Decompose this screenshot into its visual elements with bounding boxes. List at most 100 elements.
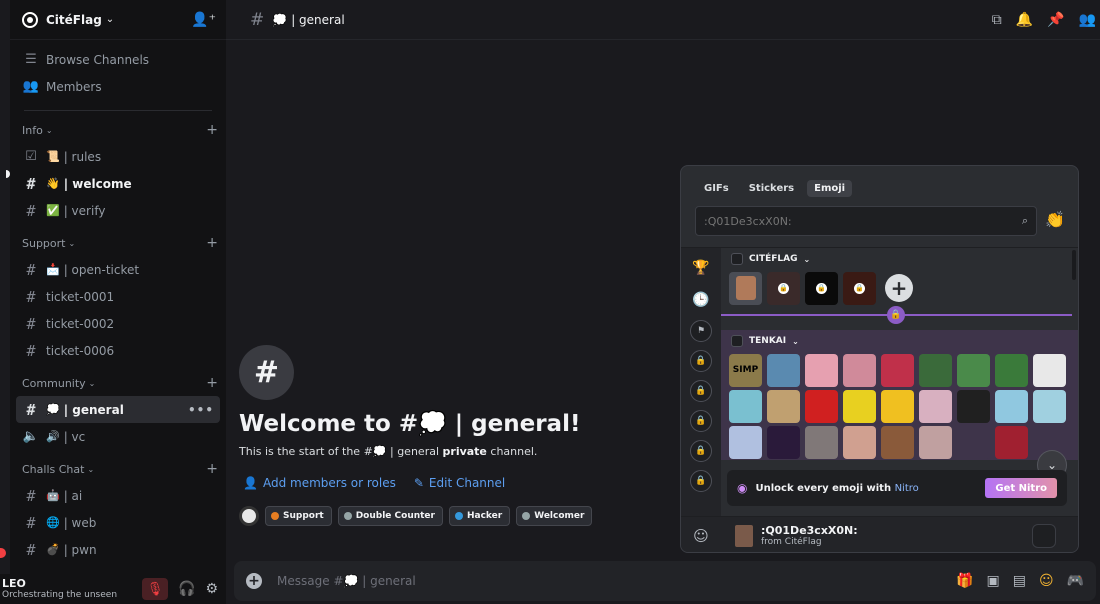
channel-ai[interactable]: # 🤖 | ai xyxy=(16,482,220,509)
category-info[interactable]: Info ⌄ + xyxy=(10,121,226,139)
threads-icon[interactable]: ⧉ xyxy=(992,12,1002,28)
settings-gear-icon[interactable]: ⚙ xyxy=(205,581,218,597)
server-locked-icon[interactable]: 🔒 xyxy=(690,410,712,432)
edit-channel-link[interactable]: ✎ Edit Channel xyxy=(414,476,505,490)
channel-ticket-0002[interactable]: # ticket-0002 xyxy=(16,310,220,337)
channel-general[interactable]: # 💭 | general ••• xyxy=(16,396,220,423)
get-nitro-button[interactable]: Get Nitro xyxy=(985,478,1057,498)
server-tenkai-icon[interactable]: 🔒 xyxy=(690,380,712,402)
role-badge[interactable]: Hacker xyxy=(448,506,511,526)
emoji[interactable] xyxy=(881,425,914,459)
scrollbar[interactable] xyxy=(1072,250,1076,280)
emoji[interactable] xyxy=(843,353,876,387)
section-header-tenkai[interactable]: TENKAI ⌄ xyxy=(721,330,1078,352)
mute-button[interactable]: 🎙 xyxy=(142,578,168,600)
emoji-locked[interactable]: 🔒 xyxy=(767,271,800,305)
gift-icon[interactable]: 🎁 xyxy=(956,573,973,589)
emoji[interactable] xyxy=(767,389,800,423)
avatar[interactable] xyxy=(239,506,259,526)
role-badge[interactable]: Double Counter xyxy=(337,506,443,526)
emoji[interactable] xyxy=(1033,389,1066,423)
skin-tone-hand-icon[interactable]: 👏 xyxy=(1045,210,1065,229)
channel-title: | general xyxy=(291,12,345,27)
channel-open-ticket[interactable]: # 📩 | open-ticket xyxy=(16,256,220,283)
headphones-icon[interactable]: 🎧 xyxy=(178,581,195,597)
gif-icon[interactable]: ▣ xyxy=(986,573,999,589)
emoji-locked[interactable]: 🔒 xyxy=(805,271,838,305)
section-label: CITÉFLAG xyxy=(749,254,798,264)
emoji[interactable] xyxy=(881,389,914,423)
browse-channels-item[interactable]: ☰ Browse Channels xyxy=(16,46,220,73)
emoji-locked[interactable]: 🔒 xyxy=(843,271,876,305)
emoji[interactable] xyxy=(767,425,800,459)
members-item[interactable]: 👥 Members xyxy=(16,73,220,100)
emoji-search-input[interactable] xyxy=(704,214,1004,228)
emoji[interactable] xyxy=(919,353,952,387)
emoji[interactable] xyxy=(729,425,762,459)
emoji-icon[interactable]: ☺ xyxy=(1039,573,1054,589)
emoji[interactable] xyxy=(995,389,1028,423)
emoji[interactable] xyxy=(805,353,838,387)
invite-people-icon[interactable]: 👤⁺ xyxy=(191,12,216,28)
server-citeflag-icon[interactable]: ⚑ xyxy=(690,320,712,342)
tab-stickers[interactable]: Stickers xyxy=(742,180,801,197)
server-name: CitéFlag xyxy=(46,12,102,27)
server-locked-icon[interactable]: 🔒 xyxy=(690,440,712,462)
emoji[interactable] xyxy=(995,353,1028,387)
more-options-icon[interactable]: ••• xyxy=(188,403,214,417)
apps-icon[interactable]: 🎮 xyxy=(1067,573,1084,589)
category-challs-chat[interactable]: Challs Chat ⌄ + xyxy=(10,460,226,478)
channel-pwn[interactable]: # 💣 | pwn xyxy=(16,536,220,563)
channel-vc[interactable]: 🔈 🔊 | vc xyxy=(16,423,220,450)
emoji[interactable] xyxy=(805,389,838,423)
message-input[interactable]: Message #💭 | general xyxy=(277,574,416,588)
add-attachment-button[interactable]: + xyxy=(246,573,262,589)
user-panel: LEO Orchestrating the unseen 🎙 🎧 ⚙ xyxy=(0,574,226,604)
add-channel-icon[interactable]: + xyxy=(206,235,218,251)
emoji[interactable] xyxy=(1033,353,1066,387)
notification-bell-icon[interactable]: 🔔 xyxy=(1016,12,1033,28)
channel-ticket-0006[interactable]: # ticket-0006 xyxy=(16,337,220,364)
server-locked-icon[interactable]: 🔒 xyxy=(690,350,712,372)
role-badge[interactable]: Welcomer xyxy=(516,506,593,526)
emoji[interactable] xyxy=(729,389,762,423)
emoji[interactable] xyxy=(805,425,838,459)
category-community[interactable]: Community ⌄ + xyxy=(10,374,226,392)
user-info[interactable]: LEO Orchestrating the unseen xyxy=(2,577,117,601)
emoji[interactable] xyxy=(957,389,990,423)
category-support[interactable]: Support ⌄ + xyxy=(10,234,226,252)
emoji-simp[interactable]: SIMP xyxy=(729,353,762,387)
emoji[interactable] xyxy=(919,425,952,459)
add-channel-icon[interactable]: + xyxy=(206,122,218,138)
section-header-citeflag[interactable]: CITÉFLAG ⌄ xyxy=(721,248,1078,270)
channel-welcome[interactable]: # 👋 | welcome xyxy=(6,170,220,197)
add-channel-icon[interactable]: + xyxy=(206,461,218,477)
emoji[interactable] xyxy=(881,353,914,387)
channel-verify[interactable]: # ✅ | verify xyxy=(16,197,220,224)
emoji[interactable] xyxy=(843,389,876,423)
channel-rules[interactable]: ☑ 📜 | rules xyxy=(16,143,220,170)
nitro-link[interactable]: Nitro xyxy=(895,483,919,494)
emoji-portrait[interactable] xyxy=(729,271,762,305)
add-channel-icon[interactable]: + xyxy=(206,375,218,391)
server-header[interactable]: CitéFlag ⌄ 👤⁺ xyxy=(10,0,226,40)
emoji[interactable] xyxy=(919,389,952,423)
trophy-icon[interactable]: 🏆 xyxy=(690,256,712,280)
emoji[interactable] xyxy=(767,353,800,387)
clock-icon[interactable]: 🕒 xyxy=(690,288,712,312)
emoji[interactable] xyxy=(843,425,876,459)
channel-ticket-0001[interactable]: # ticket-0001 xyxy=(16,283,220,310)
pin-icon[interactable]: 📌 xyxy=(1047,12,1064,28)
add-members-link[interactable]: 👤 Add members or roles xyxy=(243,476,396,490)
emoji[interactable] xyxy=(957,353,990,387)
emoji[interactable] xyxy=(995,425,1028,459)
emoji[interactable] xyxy=(957,425,990,459)
role-badge[interactable]: Support xyxy=(265,506,332,526)
server-locked-icon[interactable]: 🔒 xyxy=(690,470,712,492)
add-emoji-button[interactable]: + xyxy=(885,274,913,302)
tab-gifs[interactable]: GIFs xyxy=(697,180,736,197)
member-list-icon[interactable]: 👥 xyxy=(1079,12,1096,28)
tab-emoji[interactable]: Emoji xyxy=(807,180,853,197)
channel-web[interactable]: # 🌐 | web xyxy=(16,509,220,536)
sticker-icon[interactable]: ▤ xyxy=(1013,573,1026,589)
